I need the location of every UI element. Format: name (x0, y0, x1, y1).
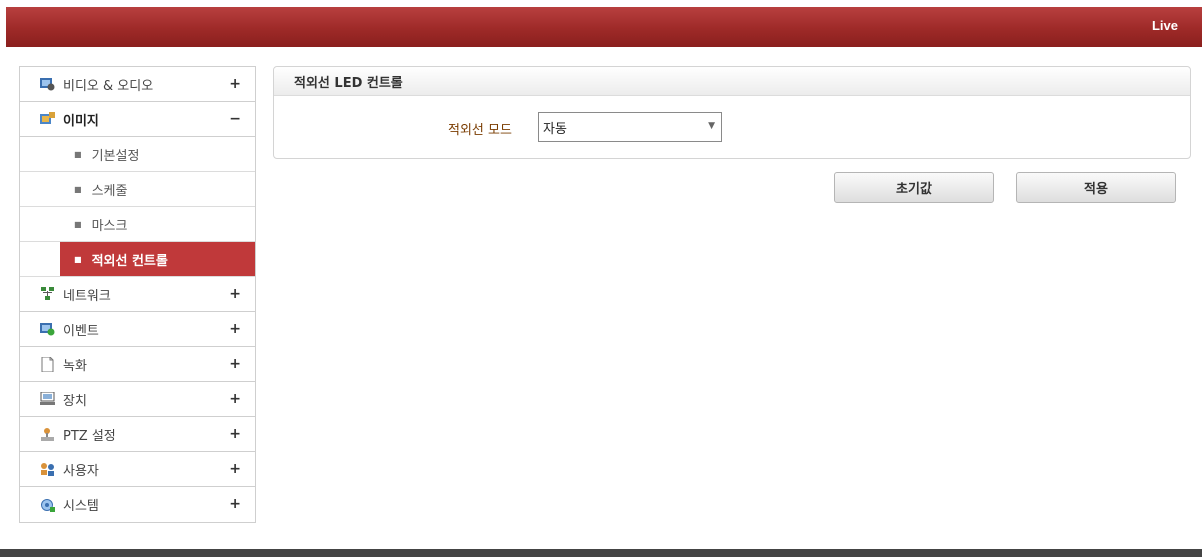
ir-mode-value: 자동 (543, 121, 567, 137)
sidebar-menu: 비디오 & 오디오 + 이미지 − ■ 기본설정 ■ 스케줄 ■ 마스크 ■ 적외선 컨… (19, 66, 256, 523)
collapse-toggle-icon[interactable]: − (229, 111, 241, 127)
sidebar-item-label: 사용자 (63, 463, 99, 479)
dropdown-arrow-icon: ▼ (708, 121, 715, 131)
user-icon (40, 462, 55, 477)
sidebar-item-image[interactable]: 이미지 − (20, 102, 255, 137)
event-icon (40, 322, 55, 337)
sidebar-item-record[interactable]: 녹화 + (20, 347, 255, 382)
image-icon (40, 112, 55, 127)
ir-led-control-panel: 적외선 LED 컨트롤 적외선 모드 자동 ▼ (273, 66, 1191, 159)
expand-toggle-icon[interactable]: + (229, 461, 241, 477)
sidebar-item-label: 비디오 & 오디오 (63, 78, 154, 94)
expand-toggle-icon[interactable]: + (229, 286, 241, 302)
sidebar-item-label: 장치 (63, 393, 87, 409)
top-header-bar: Live (6, 7, 1202, 47)
bullet-icon: ■ (74, 184, 82, 194)
sidebar-item-video-audio[interactable]: 비디오 & 오디오 + (20, 67, 255, 102)
system-icon (40, 497, 55, 512)
panel-title: 적외선 LED 컨트롤 (274, 67, 1190, 96)
expand-toggle-icon[interactable]: + (229, 496, 241, 512)
sidebar-item-label: 네트워크 (63, 288, 111, 304)
sidebar-subitem-schedule[interactable]: ■ 스케줄 (20, 172, 255, 207)
ir-mode-label: 적외선 모드 (448, 123, 512, 138)
sidebar-item-device[interactable]: 장치 + (20, 382, 255, 417)
sidebar-item-user[interactable]: 사용자 + (20, 452, 255, 487)
ptz-icon (40, 427, 55, 442)
sidebar-subitem-mask[interactable]: ■ 마스크 (20, 207, 255, 242)
expand-toggle-icon[interactable]: + (229, 426, 241, 442)
expand-toggle-icon[interactable]: + (229, 321, 241, 337)
expand-toggle-icon[interactable]: + (229, 391, 241, 407)
device-icon (40, 392, 55, 407)
record-icon (40, 356, 55, 372)
sidebar-item-label: 이미지 (63, 113, 99, 129)
sidebar-item-system[interactable]: 시스템 + (20, 487, 255, 522)
sidebar-item-label: PTZ 설정 (63, 428, 116, 444)
subitem-label: 기본설정 (91, 148, 140, 164)
ir-mode-select[interactable]: 자동 ▼ (538, 112, 722, 142)
expand-toggle-icon[interactable]: + (229, 76, 241, 92)
sidebar-item-network[interactable]: 네트워크 + (20, 277, 255, 312)
video-audio-icon (40, 77, 55, 92)
subitem-label: 마스크 (91, 218, 128, 234)
bullet-icon: ■ (74, 219, 82, 229)
subitem-label: 스케줄 (91, 183, 128, 199)
expand-toggle-icon[interactable]: + (229, 356, 241, 372)
reset-button[interactable]: 초기값 (834, 172, 994, 203)
network-icon (40, 287, 55, 302)
apply-button[interactable]: 적용 (1016, 172, 1176, 203)
sidebar-subitem-basic-settings[interactable]: ■ 기본설정 (20, 137, 255, 172)
sidebar-item-ptz[interactable]: PTZ 설정 + (20, 417, 255, 452)
bullet-icon: ■ (74, 254, 82, 264)
sidebar-item-event[interactable]: 이벤트 + (20, 312, 255, 347)
sidebar-item-label: 시스템 (63, 499, 99, 514)
footer-bar (0, 549, 1202, 557)
subitem-label: 적외선 컨트롤 (91, 253, 168, 269)
sidebar-subitem-ir-control[interactable]: ■ 적외선 컨트롤 (20, 242, 255, 277)
sidebar-item-label: 이벤트 (63, 323, 99, 339)
bullet-icon: ■ (74, 149, 82, 159)
live-link[interactable]: Live (1152, 18, 1178, 33)
sidebar-item-label: 녹화 (63, 358, 87, 374)
